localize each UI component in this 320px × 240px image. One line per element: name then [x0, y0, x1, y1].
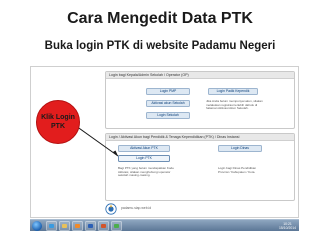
slide-subtitle: Buka login PTK di website Padamu Negeri — [44, 40, 276, 52]
ie-icon[interactable] — [46, 221, 57, 231]
login-dinas-button[interactable]: Login Dinas — [218, 145, 262, 152]
folder-icon[interactable] — [59, 221, 70, 231]
note-line: Provinsi / Kabupaten / Kota. — [218, 169, 256, 174]
slide-title: Cara Mengedit Data PTK — [67, 10, 253, 27]
word-icon[interactable] — [85, 221, 96, 231]
login-pmp-button[interactable]: Login PMP — [146, 88, 190, 95]
padamu-logo-icon — [105, 203, 117, 215]
admin-login-panel-header: Login bagi Kepala/Admin Sekolah / Operat… — [106, 72, 294, 79]
login-ptk-button[interactable]: Login PTK — [118, 155, 170, 162]
admin-login-note: Jika Anda belum mempunyai akun, silakan … — [206, 100, 292, 122]
callout-line: PTK — [51, 123, 65, 130]
clock-date: 15/10/2014 — [279, 226, 296, 230]
note-line: halaman Aktivasi Akun Sekolah. — [206, 106, 249, 111]
ptk-login-note: Bagi PTK yang belum mendapatkan Kode Akt… — [118, 167, 208, 181]
callout-line: Klik Login — [41, 114, 75, 121]
aktivasi-akun-ptk-button[interactable]: Aktivasi Akun PTK — [118, 145, 170, 152]
login-sekolah-button[interactable]: Login Sekolah — [146, 112, 190, 119]
media-player-icon[interactable] — [72, 221, 83, 231]
powerpoint-icon[interactable] — [98, 221, 109, 231]
login-padik-button[interactable]: Login Padik Kependik — [208, 88, 258, 95]
footer-url: padamu.siap.web.id — [121, 206, 152, 210]
aktivasi-akun-sekolah-button[interactable]: Aktivasi akun Sekolah — [146, 100, 190, 107]
website-screenshot: Login bagi Kepala/Admin Sekolah / Operat… — [30, 66, 299, 218]
start-button[interactable] — [32, 221, 42, 231]
klik-login-ptk-callout: Klik Login PTK — [36, 100, 80, 144]
windows-taskbar: 10:21 15/10/2014 — [30, 219, 299, 231]
note-line: sekolah masing-masing. — [118, 173, 151, 178]
admin-login-panel: Login bagi Kepala/Admin Sekolah / Operat… — [105, 71, 295, 129]
browser-icon[interactable] — [111, 221, 122, 231]
ptk-login-panel: Login / Aktivasi Akun bagi Pendidik & Te… — [105, 133, 295, 201]
system-tray-clock[interactable]: 10:21 15/10/2014 — [279, 220, 296, 232]
dinas-login-note: Login bagi Dinas Pendidikan Provinsi / K… — [218, 167, 292, 177]
ptk-login-panel-header: Login / Aktivasi Akun bagi Pendidik & Te… — [106, 134, 294, 141]
